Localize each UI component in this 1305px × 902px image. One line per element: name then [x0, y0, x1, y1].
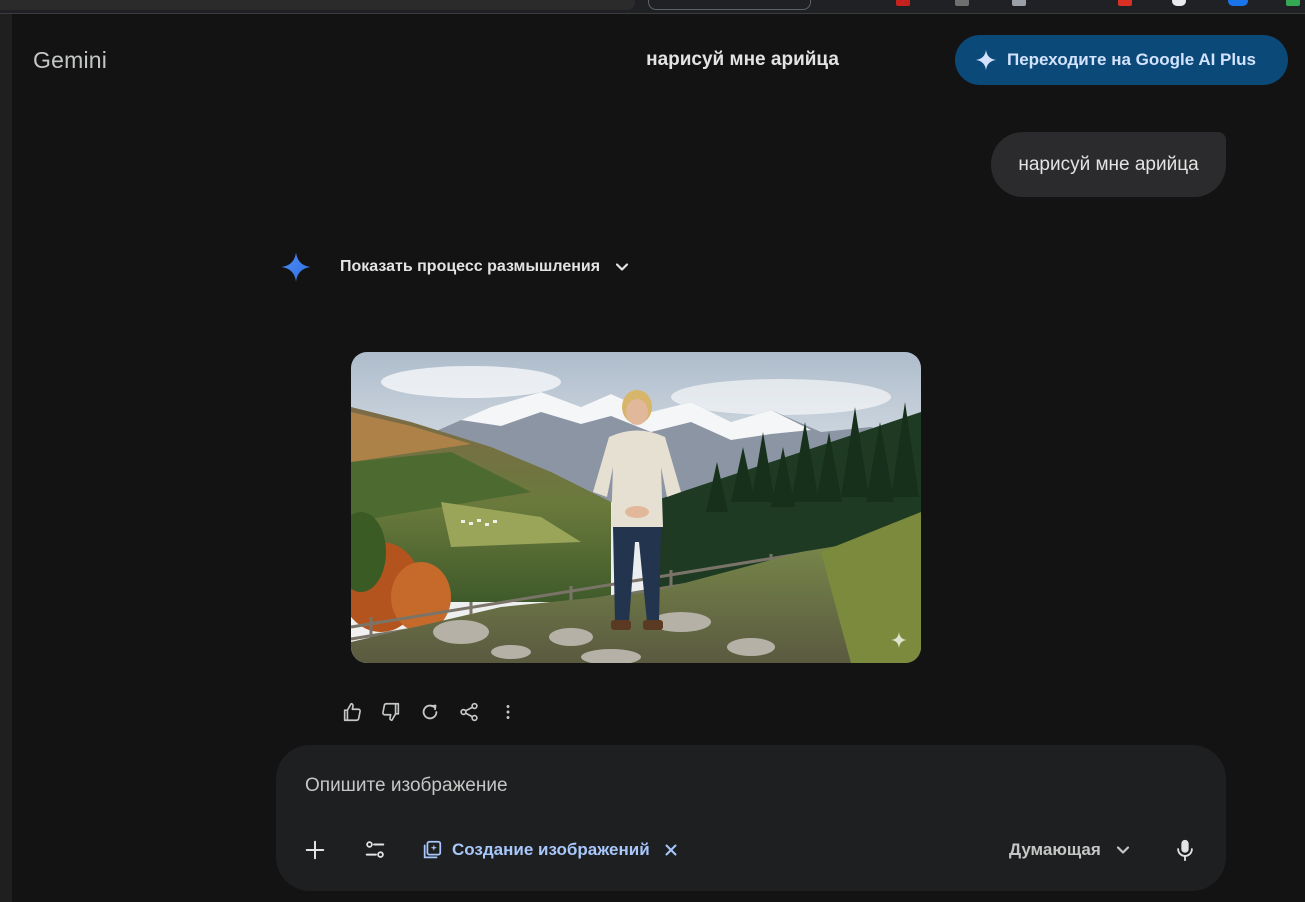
chevron-down-icon [1116, 846, 1129, 854]
model-label: Думающая [1009, 840, 1101, 859]
plus-icon [305, 840, 325, 860]
share-button[interactable] [456, 699, 482, 725]
extension-icon[interactable] [955, 0, 969, 6]
extension-icon[interactable] [896, 0, 910, 6]
response-actions [339, 699, 521, 725]
add-attachment-button[interactable] [302, 837, 328, 863]
browser-tab[interactable] [0, 0, 635, 10]
thumbs-down-button[interactable] [378, 699, 404, 725]
user-message-text: нарисуй мне арийца [1018, 153, 1199, 175]
upgrade-label: Переходите на Google AI Plus [1007, 50, 1256, 69]
user-message: нарисуй мне арийца [991, 132, 1226, 197]
microphone-button[interactable] [1172, 836, 1198, 864]
tools-button[interactable] [362, 837, 388, 863]
sparkle-icon [975, 49, 997, 71]
regenerate-button[interactable] [417, 699, 443, 725]
chevron-down-icon [615, 263, 629, 271]
extension-icon[interactable] [1286, 0, 1300, 6]
sidebar-edge [0, 14, 12, 902]
thumbs-up-icon [343, 702, 361, 722]
share-icon [460, 702, 478, 722]
show-thinking-toggle[interactable]: Показать процесс размышления [340, 255, 630, 279]
extension-icon[interactable] [1012, 0, 1026, 6]
prompt-input[interactable] [305, 773, 1185, 799]
regenerate-icon [422, 704, 438, 720]
close-icon[interactable] [663, 842, 679, 858]
model-selector[interactable]: Думающая [1009, 837, 1131, 863]
tune-icon [365, 841, 385, 858]
extension-icon[interactable] [1172, 0, 1186, 6]
generated-image-art [351, 352, 921, 663]
browser-address-bar[interactable] [648, 0, 811, 10]
generated-image[interactable] [351, 352, 921, 663]
profile-avatar[interactable] [1228, 0, 1248, 6]
browser-chrome [0, 0, 1305, 14]
show-thinking-label: Показать процесс размышления [340, 258, 601, 275]
upgrade-button[interactable]: Переходите на Google AI Plus [955, 35, 1288, 85]
extension-icon[interactable] [1118, 0, 1132, 6]
thumbs-up-button[interactable] [339, 699, 365, 725]
gemini-sparkle-icon [281, 252, 311, 282]
more-options-button[interactable] [495, 699, 521, 725]
image-generation-label: Создание изображений [452, 840, 650, 859]
thumbs-down-icon [382, 702, 400, 722]
mic-icon [1177, 839, 1193, 861]
image-generation-chip[interactable]: Создание изображений [421, 837, 679, 863]
image-gen-icon [423, 840, 442, 859]
prompt-composer: Создание изображений Думающая [276, 745, 1226, 891]
more-vert-icon [506, 705, 510, 719]
